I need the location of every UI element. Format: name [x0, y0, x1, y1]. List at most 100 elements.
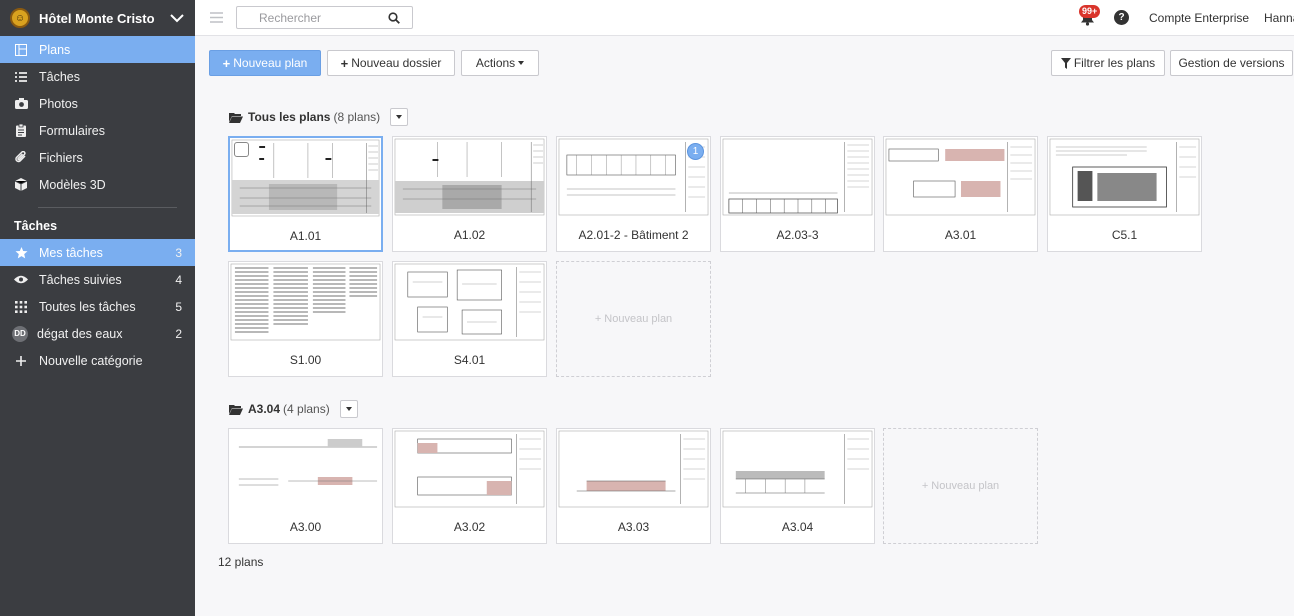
plus-icon: +	[340, 55, 349, 71]
plan-thumbnail	[393, 429, 546, 509]
sidebar-item-label: dégat des eaux	[37, 326, 123, 341]
plan-label: A3.04	[781, 520, 814, 534]
sidebar-item-taches-suivies[interactable]: Tâches suivies 4	[0, 266, 195, 293]
folder-dropdown[interactable]	[339, 400, 358, 418]
sidebar-item-label: Mes tâches	[39, 245, 103, 260]
plan-label: C5.1	[1111, 228, 1138, 242]
grid-icon	[14, 300, 28, 314]
button-label: Filtrer les plans	[1073, 56, 1156, 70]
list-icon	[14, 70, 28, 84]
plan-total-count: 12 plans	[218, 555, 264, 569]
sidebar-item-label: Modèles 3D	[39, 177, 106, 192]
sidebar-item-toutes-les-taches[interactable]: Toutes les tâches 5	[0, 293, 195, 320]
top-bar: 99+ ? Compte Enterprise Hanna	[195, 0, 1294, 36]
search-input[interactable]	[245, 7, 385, 28]
task-count: 4	[175, 272, 182, 287]
plan-checkbox[interactable]	[234, 142, 249, 157]
project-switcher[interactable]: ☺ Hôtel Monte Cristo	[0, 0, 195, 36]
sidebar-item-label: Plans	[39, 42, 71, 57]
button-label: Nouveau dossier	[351, 56, 442, 70]
plans-icon	[14, 43, 28, 57]
plan-label: A3.00	[289, 520, 322, 534]
folder-dropdown[interactable]	[390, 108, 409, 126]
new-folder-button[interactable]: + Nouveau dossier	[327, 50, 455, 76]
sidebar-item-modeles-3d[interactable]: Modèles 3D	[0, 171, 195, 198]
plan-card[interactable]: A3.01	[883, 136, 1038, 252]
plan-thumbnail	[1048, 137, 1201, 217]
clipboard-icon	[14, 124, 28, 138]
annotation-badge[interactable]: 1	[687, 143, 704, 160]
button-label: Gestion de versions	[1178, 56, 1285, 70]
eye-icon	[14, 273, 28, 287]
plan-label: S4.01	[453, 353, 486, 367]
plan-label: A1.01	[289, 229, 322, 243]
plan-card[interactable]: A1.01	[228, 136, 383, 252]
filter-plans-button[interactable]: Filtrer les plans	[1051, 50, 1165, 76]
caret-down-icon	[396, 115, 403, 119]
menu-icon[interactable]	[210, 12, 223, 23]
button-label: Nouveau plan	[233, 56, 308, 70]
plan-label: A2.01-2 - Bâtiment 2	[578, 228, 689, 242]
plan-label: A3.03	[617, 520, 650, 534]
plan-label: A2.03-3	[776, 228, 819, 242]
user-menu[interactable]: Hanna	[1264, 11, 1294, 25]
sidebar-item-degat-des-eaux[interactable]: DD dégat des eaux 2	[0, 320, 195, 347]
sidebar-item-label: Photos	[39, 96, 78, 111]
caret-down-icon	[518, 61, 525, 65]
version-management-button[interactable]: Gestion de versions	[1170, 50, 1293, 76]
sidebar-item-mes-taches[interactable]: Mes tâches 3	[0, 239, 195, 266]
sidebar-item-label: Nouvelle catégorie	[39, 353, 143, 368]
plan-thumbnail	[229, 429, 382, 509]
filter-icon	[1060, 57, 1071, 69]
chevron-down-icon[interactable]	[169, 10, 185, 26]
actions-dropdown[interactable]: Actions	[461, 50, 539, 76]
sidebar-item-plans[interactable]: Plans	[0, 36, 195, 63]
new-plan-placeholder[interactable]: + Nouveau plan	[556, 261, 711, 377]
plan-card[interactable]: A3.02	[392, 428, 547, 544]
plan-card[interactable]: A1.02	[392, 136, 547, 252]
task-count: 5	[175, 299, 182, 314]
plan-card[interactable]: S1.00	[228, 261, 383, 377]
folder-count: (4 plans)	[283, 402, 330, 416]
plan-label: A3.02	[453, 520, 486, 534]
sidebar-item-photos[interactable]: Photos	[0, 90, 195, 117]
search-icon[interactable]	[388, 12, 400, 24]
sidebar-item-label: Formulaires	[39, 123, 105, 138]
sidebar-divider	[38, 207, 177, 208]
plan-card[interactable]: A3.00	[228, 428, 383, 544]
plan-card[interactable]: 1 A2.01-2 - Bâtiment 2	[556, 136, 711, 252]
new-plan-placeholder[interactable]: + Nouveau plan	[883, 428, 1038, 544]
plan-label: S1.00	[289, 353, 322, 367]
search-box	[236, 6, 413, 29]
sidebar-item-taches[interactable]: Tâches	[0, 63, 195, 90]
plan-thumbnail	[229, 262, 382, 342]
sidebar-item-label: Fichiers	[39, 150, 83, 165]
plan-card[interactable]: A3.04	[720, 428, 875, 544]
plus-icon	[14, 354, 28, 368]
account-link[interactable]: Compte Enterprise	[1149, 11, 1249, 25]
new-plan-button[interactable]: + Nouveau plan	[209, 50, 321, 76]
folder-open-icon	[229, 404, 243, 415]
notification-badge: 99+	[1079, 5, 1101, 18]
plan-card[interactable]: C5.1	[1047, 136, 1202, 252]
folder-header: A3.04 (4 plans)	[229, 400, 358, 418]
plan-thumbnail	[721, 137, 874, 217]
plan-thumbnail	[393, 137, 546, 217]
camera-icon	[14, 97, 28, 111]
sidebar-item-nouvelle-categorie[interactable]: Nouvelle catégorie	[0, 347, 195, 374]
plan-thumbnail	[884, 137, 1037, 217]
sidebar-item-label: Tâches suivies	[39, 272, 122, 287]
sidebar-item-fichiers[interactable]: Fichiers	[0, 144, 195, 171]
category-badge: DD	[12, 325, 28, 342]
plan-thumbnail	[393, 262, 546, 342]
tasks-section-heading: Tâches	[14, 219, 58, 233]
star-icon	[14, 246, 28, 260]
sidebar-item-formulaires[interactable]: Formulaires	[0, 117, 195, 144]
plan-card[interactable]: S4.01	[392, 261, 547, 377]
folder-name: A3.04	[248, 402, 281, 416]
plan-thumbnail	[230, 138, 381, 218]
plan-card[interactable]: A2.03-3	[720, 136, 875, 252]
plan-label: A3.01	[944, 228, 977, 242]
help-icon[interactable]: ?	[1114, 10, 1129, 25]
plan-card[interactable]: A3.03	[556, 428, 711, 544]
